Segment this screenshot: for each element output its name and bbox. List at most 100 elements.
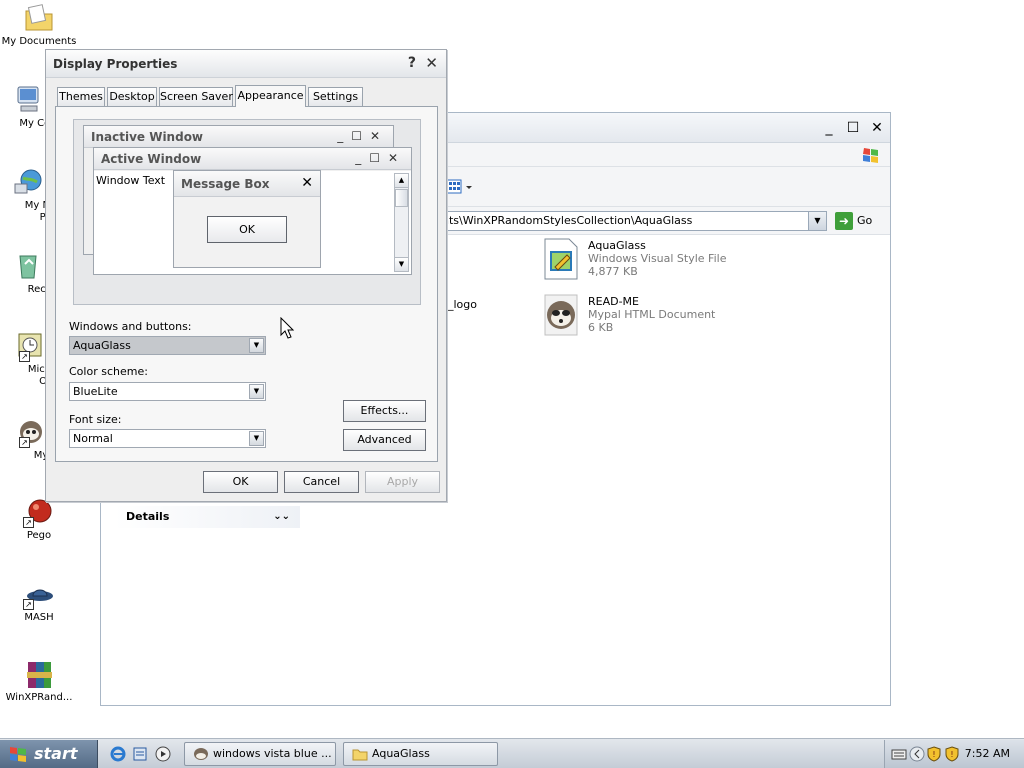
chevron-down-icon[interactable]: ▼ <box>249 384 264 399</box>
file-type: Windows Visual Style File <box>588 252 727 265</box>
preview-scrollbar: ▲ ▼ <box>394 173 409 272</box>
preview-ok-button: OK <box>207 216 287 243</box>
close-icon: ✕ <box>301 175 313 191</box>
apply-button[interactable]: Apply <box>365 471 440 493</box>
close-icon[interactable]: ✕ <box>425 54 438 72</box>
views-icon <box>446 179 472 194</box>
color-scheme-select[interactable]: BlueLite ▼ <box>69 382 266 401</box>
file-item-partial-logo[interactable]: _logo <box>448 298 477 311</box>
cancel-button[interactable]: Cancel <box>284 471 359 493</box>
dialog-title: Display Properties <box>53 57 178 71</box>
chevron-down-icon[interactable]: ▼ <box>808 212 826 230</box>
close-icon[interactable]: ✕ <box>869 121 885 135</box>
advanced-button[interactable]: Advanced <box>343 429 426 451</box>
file-name: READ-ME <box>588 295 639 308</box>
start-label: start <box>34 744 78 763</box>
media-player-icon[interactable] <box>155 746 171 762</box>
display-properties-dialog: Display Properties ? ✕ Themes Desktop Sc… <box>45 49 447 502</box>
svg-text:!: ! <box>932 750 935 759</box>
font-size-label: Font size: <box>69 413 122 426</box>
taskbar-task-windows-vista-blue[interactable]: windows vista blue ... <box>184 742 336 766</box>
appearance-preview: Inactive Window _☐✕ Active Window _☐✕ Wi… <box>73 119 421 305</box>
start-button[interactable]: start <box>0 740 98 768</box>
tab-desktop[interactable]: Desktop <box>107 87 157 106</box>
hat-icon: ↗ <box>23 578 55 610</box>
appearance-panel: Inactive Window _☐✕ Active Window _☐✕ Wi… <box>55 106 438 462</box>
windows-buttons-select[interactable]: AquaGlass ▼ <box>69 336 266 355</box>
minimize-icon[interactable]: _ <box>821 121 837 135</box>
windows-buttons-label: Windows and buttons: <box>69 320 192 333</box>
folder-icon <box>352 749 368 761</box>
color-scheme-label: Color scheme: <box>69 365 148 378</box>
file-type: Mypal HTML Document <box>588 308 716 321</box>
desktop-icon-label: My Documents <box>1 36 77 47</box>
chevron-down-icon[interactable]: ▼ <box>249 338 264 353</box>
chevron-double-down-icon[interactable]: ⌄⌄ <box>273 506 290 528</box>
task-label: windows vista blue ... <box>213 747 332 760</box>
preview-message-titlebar: Message Box ✕ <box>174 171 320 197</box>
desktop-icon-label: WinXPRand... <box>5 692 73 703</box>
dialog-titlebar[interactable]: Display Properties ? ✕ <box>46 50 446 78</box>
file-size: 6 KB <box>588 321 614 334</box>
preview-message-title: Message Box <box>181 177 270 191</box>
tab-screen-saver[interactable]: Screen Saver <box>159 87 233 106</box>
go-label: Go <box>857 214 873 227</box>
preview-active-title: Active Window <box>101 152 202 166</box>
taskbar: start windows vista blue ... AquaGlass !… <box>0 738 1024 768</box>
preview-active-titlebar: Active Window _☐✕ <box>94 148 411 170</box>
system-tray: ! ! 7:52 AM <box>884 740 1024 768</box>
desktop-icon-mash[interactable]: ↗ MASH <box>0 578 78 624</box>
preview-inactive-title: Inactive Window <box>91 130 204 144</box>
recycle-bin-icon <box>11 250 43 282</box>
taskbar-clock: 7:52 AM <box>964 747 1010 760</box>
keyboard-icon[interactable] <box>891 747 907 761</box>
desktop-icon-label: Pego <box>26 530 52 541</box>
effects-button[interactable]: Effects... <box>343 400 426 422</box>
desktop-icon-my-documents[interactable]: My Documents <box>0 2 78 48</box>
raccoon-html-file-icon <box>544 294 578 336</box>
file-details: READ-ME Mypal HTML Document 6 KB <box>588 295 715 334</box>
mouse-cursor-icon <box>280 317 294 339</box>
shortcut-arrow-icon: ↗ <box>23 517 34 528</box>
maximize-icon[interactable]: ☐ <box>845 121 861 135</box>
chevron-down-icon[interactable]: ▼ <box>249 431 264 446</box>
views-button[interactable] <box>445 177 473 197</box>
network-globe-icon <box>11 166 43 198</box>
ok-button[interactable]: OK <box>203 471 278 493</box>
security-shield-icon[interactable]: ! <box>927 746 941 762</box>
help-icon[interactable]: ? <box>408 55 416 71</box>
raccoon-icon <box>194 748 208 760</box>
tab-appearance[interactable]: Appearance <box>235 85 306 107</box>
outlook-express-icon[interactable] <box>132 746 148 762</box>
go-button[interactable]: ➜ Go <box>835 211 885 231</box>
details-panel-header[interactable]: Details ⌄⌄ <box>114 506 300 528</box>
windows-flag-icon <box>863 148 878 163</box>
folder-icon <box>23 2 55 34</box>
task-label: AquaGlass <box>372 747 430 760</box>
svg-text:!: ! <box>950 750 953 759</box>
archive-books-icon <box>23 658 55 690</box>
preview-message-box: Message Box ✕ OK <box>173 170 321 268</box>
font-size-value: Normal <box>73 432 113 445</box>
desktop-icon-pego[interactable]: ↗ Pego <box>0 496 78 542</box>
font-size-select[interactable]: Normal ▼ <box>69 429 266 448</box>
security-shield-icon[interactable]: ! <box>945 746 959 762</box>
shortcut-arrow-icon: ↗ <box>19 437 30 448</box>
window-controls-icon: _☐✕ <box>355 151 406 165</box>
calendar-clock-icon: ↗ <box>11 330 43 362</box>
desktop-icon-winxprandom[interactable]: WinXPRand... <box>0 658 78 704</box>
taskbar-task-aquaglass[interactable]: AquaGlass <box>343 742 498 766</box>
internet-explorer-icon[interactable] <box>110 746 126 762</box>
scroll-thumb <box>395 189 408 207</box>
windows-buttons-value: AquaGlass <box>73 339 131 352</box>
window-controls-icon: _☐✕ <box>337 129 388 143</box>
file-size: 4,877 KB <box>588 265 638 278</box>
address-path: nts\WinXPRandomStylesCollection\AquaGlas… <box>442 214 693 227</box>
visual-style-file-icon <box>544 238 578 280</box>
file-name: AquaGlass <box>588 239 646 252</box>
scroll-up-icon: ▲ <box>395 174 408 188</box>
address-input[interactable]: nts\WinXPRandomStylesCollection\AquaGlas… <box>401 211 827 231</box>
chevron-left-icon[interactable] <box>909 746 925 762</box>
tab-themes[interactable]: Themes <box>57 87 105 106</box>
tab-settings[interactable]: Settings <box>308 87 363 106</box>
